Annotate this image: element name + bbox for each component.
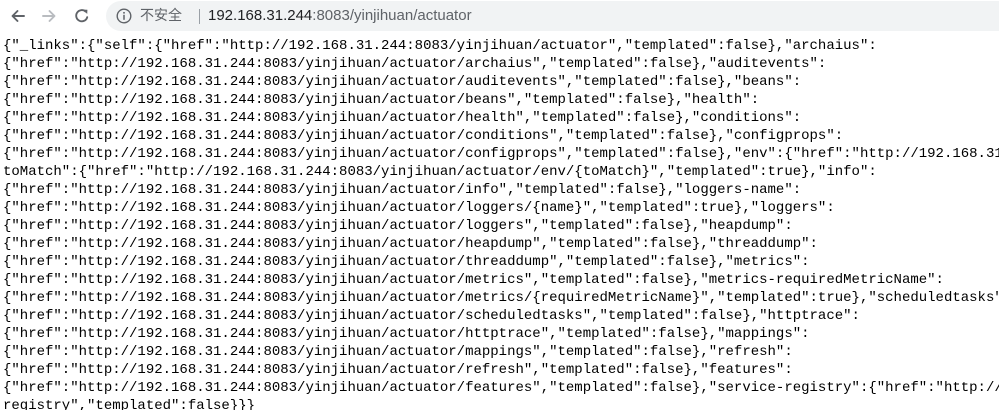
json-line: {"href":"http://192.168.31.244:8083/yinj… — [3, 362, 793, 378]
json-line: {"href":"http://192.168.31.244:8083/yinj… — [3, 56, 827, 72]
url-text[interactable]: 192.168.31.244:8083/yinjihuan/actuator — [208, 7, 472, 25]
forward-button[interactable] — [38, 5, 60, 27]
reload-icon — [75, 9, 89, 23]
json-line: toMatch":{"href":"http://192.168.31.244:… — [3, 164, 877, 180]
url-path: :8083/yinjihuan/actuator — [312, 7, 472, 24]
json-line: {"href":"http://192.168.31.244:8083/yinj… — [3, 182, 802, 198]
json-line: registry","templated":false}}} — [3, 398, 256, 410]
info-icon[interactable] — [116, 8, 132, 24]
json-line: {"href":"http://192.168.31.244:8083/yinj… — [3, 74, 802, 90]
reload-button[interactable] — [71, 5, 93, 27]
json-line: {"href":"http://192.168.31.244:8083/yinj… — [3, 308, 860, 324]
back-button[interactable] — [7, 5, 29, 27]
browser-window: 不安全 192.168.31.244:8083/yinjihuan/actuat… — [0, 0, 999, 410]
json-line: {"href":"http://192.168.31.244:8083/yinj… — [3, 200, 835, 216]
address-bar[interactable]: 不安全 192.168.31.244:8083/yinjihuan/actuat… — [106, 1, 999, 31]
json-line: {"href":"http://192.168.31.244:8083/yinj… — [3, 290, 999, 306]
json-line: {"href":"http://192.168.31.244:8083/yinj… — [3, 218, 793, 234]
back-arrow-icon — [11, 10, 25, 22]
url-host: 192.168.31.244 — [208, 7, 313, 24]
json-line: {"href":"http://192.168.31.244:8083/yinj… — [3, 272, 944, 288]
forward-arrow-icon — [42, 10, 56, 22]
json-line: {"href":"http://192.168.31.244:8083/yinj… — [3, 110, 802, 126]
json-line: {"href":"http://192.168.31.244:8083/yinj… — [3, 128, 844, 144]
json-line: {"href":"http://192.168.31.244:8083/yinj… — [3, 146, 999, 162]
json-line: {"href":"http://192.168.31.244:8083/yinj… — [3, 92, 760, 108]
page-content: {"_links":{"self":{"href":"http://192.16… — [3, 37, 999, 410]
json-line: {"href":"http://192.168.31.244:8083/yinj… — [3, 254, 810, 270]
json-line: {"href":"http://192.168.31.244:8083/yinj… — [3, 326, 810, 342]
json-line: {"href":"http://192.168.31.244:8083/yinj… — [3, 236, 818, 252]
security-status-label[interactable]: 不安全 — [140, 7, 182, 25]
json-line: {"href":"http://192.168.31.244:8083/yinj… — [3, 344, 793, 360]
json-response-text: {"_links":{"self":{"href":"http://192.16… — [3, 37, 999, 410]
json-line: {"href":"http://192.168.31.244:8083/yinj… — [3, 380, 999, 396]
address-divider — [199, 9, 200, 24]
json-line: {"_links":{"self":{"href":"http://192.16… — [3, 38, 877, 54]
browser-toolbar: 不安全 192.168.31.244:8083/yinjihuan/actuat… — [0, 0, 999, 34]
